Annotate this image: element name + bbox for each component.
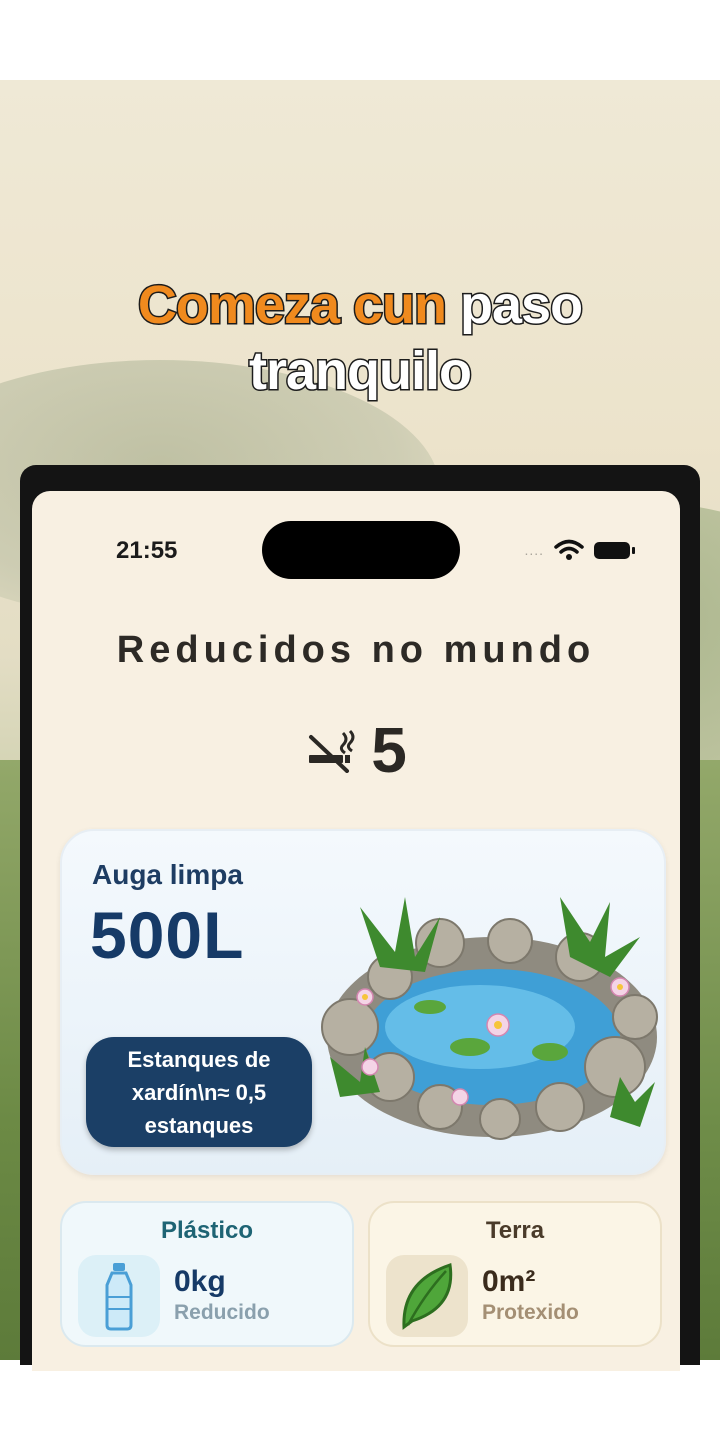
plastic-card[interactable]: Plástico 0kg Reducido [60,1201,354,1347]
pond-equivalent-badge: Estanques de xardín\n≈ 0,5 estanques [86,1037,312,1147]
battery-icon [594,541,635,559]
plastic-value: 0kg [174,1265,226,1298]
headline-text: paso [459,274,585,337]
plastic-title: Plástico [160,1217,254,1244]
land-card[interactable]: Terra 0m² Protexido [368,1201,662,1347]
headline-text-line2: tranquilo [248,340,474,403]
leaf-icon [386,1255,468,1337]
land-sub: Protexido [482,1301,579,1324]
land-value: 0m² [482,1265,536,1298]
dynamic-island [262,521,460,579]
land-title: Terra [485,1217,545,1244]
signal-icon: .... [524,542,544,558]
clean-water-value: 500L [90,898,245,972]
garden-pond-illustration [321,897,658,1140]
headline: Comeza cun paso tranquilo [0,272,720,404]
counter: 5 [32,713,680,787]
plastic-sub: Reducido [174,1301,270,1324]
no-smoking-icon [309,729,355,773]
status-time: 21:55 [116,537,178,564]
clean-water-label: Auga limpa [92,859,243,890]
reduced-count: 5 [371,714,407,786]
clean-water-card[interactable]: Auga limpa 500L Estanques de xardín\n≈ 0… [60,829,666,1175]
wifi-icon [554,539,584,560]
status-icons: .... [524,539,635,561]
phone-screen: 21:55 .... Reducidos no mundo 5 Auga lim… [32,491,680,1371]
water-bottle-icon [78,1255,160,1337]
page-title: Reducidos no mundo [116,629,596,671]
headline-highlight: Comeza cun [136,274,448,337]
phone-frame: 21:55 .... Reducidos no mundo 5 Auga lim… [20,465,700,1371]
